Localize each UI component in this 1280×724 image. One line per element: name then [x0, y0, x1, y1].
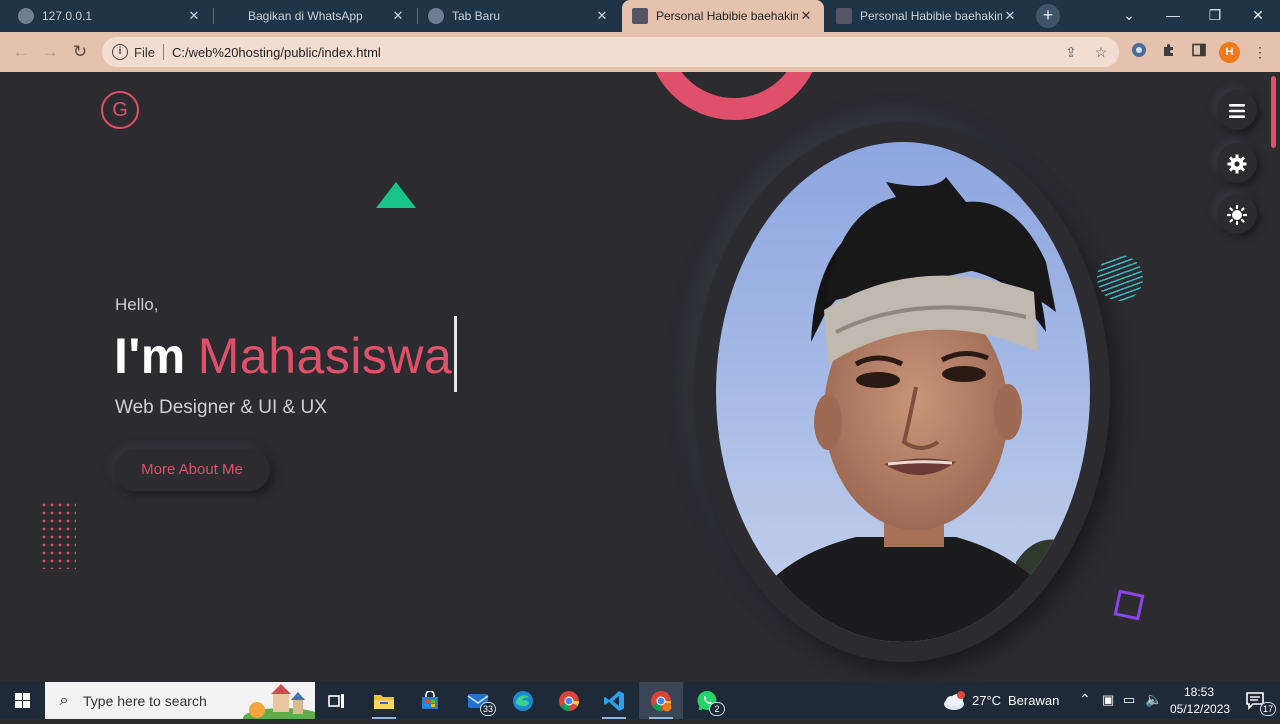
hero-headline: I'm Mahasiswa	[114, 316, 458, 398]
decorative-triangle	[376, 182, 416, 208]
portrait-illustration	[716, 142, 1090, 642]
address-bar[interactable]: i File C:/web%20hosting/public/index.htm…	[102, 37, 1119, 67]
tab-title: 127.0.0.1	[42, 9, 93, 23]
clock-date[interactable]: 05/12/2023	[1170, 702, 1230, 716]
tab-close-icon[interactable]: ✕	[1002, 8, 1018, 24]
taskbar-search-box[interactable]: ⌕ Type here to search	[45, 682, 315, 719]
tab-personal-active[interactable]: Personal Habibie baehakim ✕	[622, 0, 824, 32]
microsoft-store-icon[interactable]	[408, 682, 452, 719]
site-info-icon[interactable]: i	[112, 44, 128, 60]
whatsapp-badge: 2	[709, 702, 725, 716]
kebab-menu-icon[interactable]: ⋮	[1250, 42, 1270, 62]
extensions-puzzle-icon[interactable]	[1159, 42, 1179, 62]
extension-icon[interactable]	[1129, 42, 1149, 62]
address-divider	[162, 44, 164, 60]
profile-avatar[interactable]: H	[1219, 42, 1240, 63]
tab-close-icon[interactable]: ✕	[594, 8, 610, 24]
search-highlight-illustration-icon	[243, 684, 315, 719]
more-about-me-button[interactable]: More About Me	[114, 449, 270, 491]
scrollbar-thumb[interactable]	[1271, 76, 1276, 148]
browser-toolbar: ← → ↻ i File C:/web%20hosting/public/ind…	[0, 32, 1280, 72]
tab-localhost[interactable]: 127.0.0.1 ✕	[8, 0, 212, 32]
site-logo[interactable]: G	[101, 91, 139, 129]
tab-title: Personal Habibie baehakim	[860, 9, 1002, 23]
meet-now-icon[interactable]: ▣	[1102, 692, 1114, 708]
volume-icon[interactable]: 🔈	[1145, 691, 1162, 708]
chrome-icon[interactable]	[547, 682, 591, 719]
address-scheme-label: File	[134, 44, 155, 60]
forward-arrow-icon[interactable]: →	[38, 40, 62, 64]
tray-chevron-up-icon[interactable]: ⌃	[1079, 691, 1091, 708]
greeting-text: Hello,	[115, 295, 159, 314]
tab-whatsapp-share[interactable]: Bagikan di WhatsApp ✕	[214, 0, 416, 32]
decorative-square	[1113, 589, 1145, 621]
globe-icon	[18, 8, 34, 24]
tab-title: Bagikan di WhatsApp	[248, 9, 363, 23]
edge-browser-icon[interactable]	[501, 682, 545, 719]
weather-description[interactable]: Berawan	[1008, 693, 1059, 708]
clock-time[interactable]: 18:53	[1184, 685, 1214, 699]
decorative-dot-grid	[40, 501, 76, 569]
sun-icon[interactable]	[1217, 194, 1257, 234]
file-explorer-icon[interactable]	[362, 682, 406, 719]
whatsapp-icon	[224, 8, 240, 24]
mail-badge: 33	[480, 702, 496, 716]
tab-close-icon[interactable]: ✕	[186, 8, 202, 24]
tab-personal[interactable]: Personal Habibie baehakim ✕	[826, 0, 1028, 32]
back-arrow-icon[interactable]: ←	[9, 40, 33, 64]
close-window-button[interactable]: ✕	[1236, 0, 1280, 32]
hero-subtitle: Web Designer & UI & UX	[115, 397, 327, 418]
page-scrollbar[interactable]	[1268, 72, 1280, 682]
share-icon[interactable]: ⇪	[1062, 43, 1080, 61]
tab-new-tab[interactable]: Tab Baru ✕	[418, 0, 620, 32]
typing-caret	[454, 316, 458, 392]
new-tab-button[interactable]: +	[1036, 4, 1060, 28]
profile-thumbnail-icon	[632, 8, 648, 24]
tab-search-dropdown-icon[interactable]: ⌄	[1107, 0, 1151, 32]
notification-center-icon[interactable]: 17	[1236, 682, 1276, 719]
task-view-icon[interactable]	[315, 682, 359, 719]
tab-close-icon[interactable]: ✕	[390, 8, 406, 24]
profile-photo	[716, 142, 1090, 642]
decorative-hatched-circle	[1097, 255, 1143, 301]
restore-button[interactable]: ❐	[1193, 0, 1237, 32]
tab-close-icon[interactable]: ✕	[798, 8, 814, 24]
address-url[interactable]: C:/web%20hosting/public/index.html	[172, 45, 381, 60]
search-icon: ⌕	[59, 691, 69, 709]
whatsapp-icon[interactable]: 2	[685, 682, 729, 719]
weather-cloud-icon[interactable]	[935, 682, 975, 719]
reload-icon[interactable]: ↻	[68, 40, 92, 64]
notification-badge: 17	[1260, 702, 1276, 716]
chrome-profile-active-icon[interactable]	[639, 682, 683, 719]
side-panel-icon[interactable]	[1189, 42, 1209, 62]
minimize-button[interactable]: —	[1151, 0, 1195, 32]
windows-start-button[interactable]	[0, 682, 45, 719]
decorative-ring	[646, 72, 822, 120]
menu-icon[interactable]	[1217, 90, 1257, 130]
battery-icon[interactable]: ▭	[1123, 692, 1135, 708]
headline-lead: I'm	[114, 328, 186, 385]
profile-thumbnail-icon	[836, 8, 852, 24]
browser-tab-strip: 127.0.0.1 ✕ Bagikan di WhatsApp ✕ Tab Ba…	[0, 0, 1280, 32]
weather-temperature[interactable]: 27°C	[972, 693, 1001, 708]
tab-title: Tab Baru	[452, 9, 501, 23]
headline-role: Mahasiswa	[197, 328, 453, 385]
gear-icon[interactable]	[1217, 143, 1257, 183]
windows-taskbar: ⌕ Type here to search 33 2 27°C Berawan …	[0, 682, 1280, 719]
mail-icon[interactable]: 33	[456, 682, 500, 719]
chrome-icon	[428, 8, 444, 24]
portfolio-page: G Hello, I'm Mahasiswa Web Designer & UI …	[0, 72, 1268, 682]
tab-title: Personal Habibie baehakim	[656, 9, 798, 23]
search-placeholder: Type here to search	[83, 692, 207, 709]
bookmark-star-icon[interactable]: ☆	[1092, 43, 1110, 61]
vscode-icon[interactable]	[592, 682, 636, 719]
